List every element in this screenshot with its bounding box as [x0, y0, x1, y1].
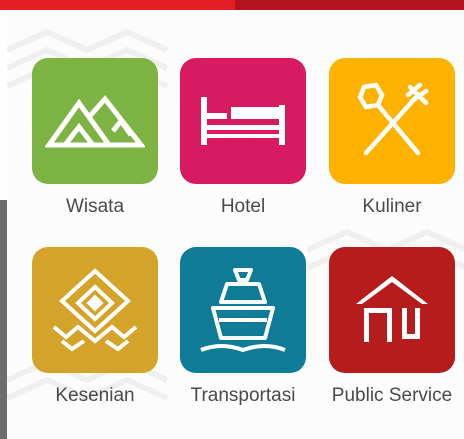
left-edge-light — [0, 10, 7, 200]
category-menu-panel: Wisata Hotel Kuliner Kesenian Transporta… — [7, 10, 464, 439]
category-transportasi-tile[interactable] — [180, 247, 306, 373]
category-kuliner-tile[interactable] — [329, 58, 455, 184]
category-hotel[interactable]: Hotel — [178, 58, 308, 218]
category-transportasi-label: Transportasi — [190, 385, 296, 406]
top-bar-shade — [235, 0, 464, 10]
bed-icon — [201, 97, 285, 145]
left-edge-strip — [0, 10, 7, 439]
category-kesenian-label: Kesenian — [55, 385, 135, 406]
ship-icon — [200, 268, 286, 352]
category-public-service-tile[interactable] — [329, 247, 455, 373]
category-kuliner[interactable]: Kuliner — [327, 58, 457, 218]
category-kesenian[interactable]: Kesenian — [30, 247, 160, 407]
category-public-service[interactable]: Public Service — [327, 247, 457, 407]
category-kesenian-tile[interactable] — [32, 247, 158, 373]
category-hotel-label: Hotel — [220, 196, 266, 217]
top-bar — [0, 0, 464, 10]
category-transportasi[interactable]: Transportasi — [178, 247, 308, 407]
building-icon — [356, 276, 428, 342]
category-wisata-label: Wisata — [65, 196, 125, 217]
category-wisata-tile[interactable] — [32, 58, 158, 184]
art-diamond-icon — [52, 268, 138, 352]
category-wisata[interactable]: Wisata — [30, 58, 160, 218]
category-hotel-tile[interactable] — [180, 58, 306, 184]
category-kuliner-label: Kuliner — [362, 196, 422, 217]
category-public-service-label: Public Service — [331, 385, 453, 406]
spoon-fork-icon — [357, 82, 429, 156]
mountains-icon — [45, 95, 145, 148]
